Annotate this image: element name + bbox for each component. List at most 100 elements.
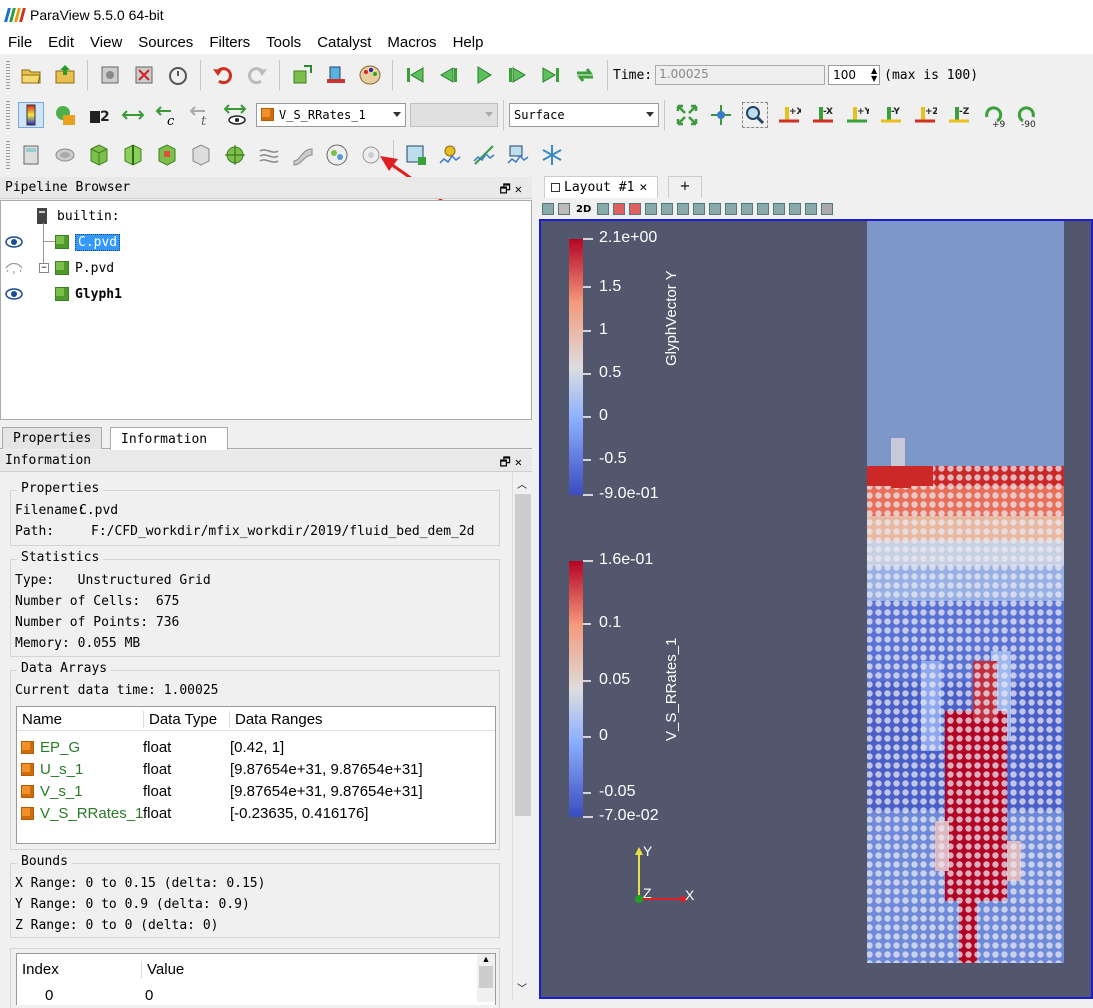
edit-color-map-icon[interactable] [52, 102, 78, 128]
redo-icon[interactable] [244, 62, 270, 88]
pipeline-item-c-pvd[interactable]: C.pvd [5, 230, 121, 254]
menu-catalyst[interactable]: Catalyst [309, 34, 379, 51]
extract-subset-icon[interactable] [188, 142, 214, 168]
rescale-temporal-icon[interactable]: t [188, 102, 214, 128]
pipeline-root[interactable]: builtin: [35, 204, 120, 228]
load-state-icon[interactable] [52, 62, 78, 88]
warp-by-vector-icon[interactable] [290, 142, 316, 168]
menu-file[interactable]: File [0, 34, 40, 51]
next-frame-icon[interactable] [504, 62, 530, 88]
undo-icon[interactable] [210, 62, 236, 88]
select-points-through-icon[interactable] [661, 203, 674, 215]
view-plus-y-icon[interactable]: +Y [844, 102, 870, 128]
tab-information[interactable]: Information [110, 427, 228, 450]
pipeline-item-p-pvd[interactable]: − P.pvd [5, 256, 114, 280]
eye-visible-icon[interactable] [5, 236, 23, 248]
toggle-2d-3d[interactable]: 2D [576, 204, 591, 215]
split-horizontal-icon[interactable] [542, 203, 554, 215]
collapse-toggle-icon[interactable]: − [39, 263, 49, 273]
open-icon[interactable] [18, 62, 44, 88]
table-row[interactable]: U_s_1 float [9.87654e+31, 9.87654e+31] [17, 758, 423, 780]
calculator-icon[interactable] [18, 142, 44, 168]
add-layout-tab[interactable]: + [668, 176, 702, 198]
scroll-down-icon[interactable]: ﹀ [517, 980, 527, 995]
select-points-on-icon[interactable] [629, 203, 642, 215]
scroll-up-icon[interactable]: ︿ [517, 476, 527, 491]
info-scrollbar[interactable]: ︿ ﹀ [512, 472, 532, 999]
scroll-thumb[interactable] [515, 494, 531, 816]
snowflake-icon[interactable] [539, 142, 565, 168]
group-datasets-icon[interactable] [324, 142, 350, 168]
color-palette-icon[interactable] [357, 62, 383, 88]
auto-apply-icon[interactable] [165, 62, 191, 88]
split-vertical-icon[interactable] [558, 203, 570, 215]
time-value-field[interactable]: 1.00025 [655, 65, 826, 85]
hover-points-icon[interactable] [757, 203, 770, 215]
pipeline-item-glyph1[interactable]: Glyph1 [5, 282, 122, 306]
loop-icon[interactable] [572, 62, 598, 88]
plot-selection-icon[interactable] [505, 142, 531, 168]
clear-selection-icon[interactable] [805, 203, 818, 215]
render-view[interactable]: 2.1e+00 1.5 1 0.5 0 -0.5 -9.0e-01 GlyphV… [539, 219, 1093, 999]
table-scrollbar[interactable]: ▲ [477, 954, 495, 1002]
previous-frame-icon[interactable] [436, 62, 462, 88]
scroll-up-icon[interactable]: ▲ [477, 954, 495, 964]
tab-properties[interactable]: Properties [2, 427, 103, 449]
menu-filters[interactable]: Filters [201, 34, 258, 51]
column-header[interactable]: Data Ranges [229, 711, 323, 728]
view-minus-y-icon[interactable]: -Y [878, 102, 904, 128]
stream-tracer-icon[interactable] [256, 142, 282, 168]
spin-arrows-icon[interactable]: ▲ ▼ [871, 67, 877, 83]
layout-tab[interactable]: Layout #1 ✕ [544, 176, 658, 198]
rescale-visible-icon[interactable] [222, 102, 248, 128]
first-frame-icon[interactable] [402, 62, 428, 88]
representation-combo[interactable]: Surface [509, 103, 659, 127]
disconnect-icon[interactable] [131, 62, 157, 88]
rescale-custom-icon[interactable] [120, 102, 146, 128]
view-plus-z-icon[interactable]: +Z [912, 102, 938, 128]
color-array-combo[interactable]: V_S_RRates_1 [256, 103, 406, 127]
grow-selection-icon[interactable] [725, 203, 738, 215]
close-tab-icon[interactable]: ✕ [639, 180, 647, 195]
slice-icon[interactable] [120, 142, 146, 168]
view-minus-x-icon[interactable]: -X [810, 102, 836, 128]
view-minus-z-icon[interactable]: -Z [946, 102, 972, 128]
threshold-icon[interactable] [154, 142, 180, 168]
menu-sources[interactable]: Sources [130, 34, 201, 51]
shrink-selection-icon[interactable] [741, 203, 754, 215]
select-block-icon[interactable] [693, 203, 706, 215]
render-canvas[interactable] [541, 221, 1093, 999]
menu-tools[interactable]: Tools [258, 34, 309, 51]
toolbar-grip[interactable] [6, 101, 10, 129]
rescale-custom-c-icon[interactable]: c [154, 102, 180, 128]
menu-macros[interactable]: Macros [379, 34, 444, 51]
table-row[interactable]: V_S_RRates_1 float [-0.23635, 0.416176] [17, 802, 368, 824]
eye-visible-icon[interactable] [5, 288, 23, 300]
query-icon[interactable] [789, 203, 802, 215]
reset-range-icon[interactable]: 2 [86, 102, 112, 128]
table-row[interactable]: EP_G float [0.42, 1] [17, 736, 284, 758]
delete-icon[interactable] [821, 203, 834, 215]
last-frame-icon[interactable] [538, 62, 564, 88]
table-row[interactable]: V_s_1 float [9.87654e+31, 9.87654e+31] [17, 780, 423, 802]
play-icon[interactable] [470, 62, 496, 88]
rotate-plus-90-icon[interactable]: +90 [980, 102, 1006, 128]
reset-camera-icon[interactable] [674, 102, 700, 128]
scroll-thumb[interactable] [479, 966, 493, 988]
time-step-spinbox[interactable]: 100 ▲ ▼ [828, 65, 881, 85]
toggle-color-legend-icon[interactable] [18, 102, 44, 128]
menu-view[interactable]: View [82, 34, 130, 51]
capture-icon[interactable] [597, 203, 610, 215]
menu-help[interactable]: Help [445, 34, 492, 51]
connect-icon[interactable] [97, 62, 123, 88]
zoom-to-box-icon[interactable] [742, 102, 768, 128]
column-header[interactable]: Index [22, 961, 59, 978]
column-header[interactable]: Data Type [143, 711, 217, 728]
eye-hidden-icon[interactable] [5, 262, 23, 274]
clip-icon[interactable] [86, 142, 112, 168]
find-data-icon[interactable] [323, 62, 349, 88]
hover-cells-icon[interactable] [773, 203, 786, 215]
select-cells-on-icon[interactable] [613, 203, 626, 215]
column-header[interactable]: Name [22, 711, 62, 728]
view-plus-x-icon[interactable]: +X [776, 102, 802, 128]
